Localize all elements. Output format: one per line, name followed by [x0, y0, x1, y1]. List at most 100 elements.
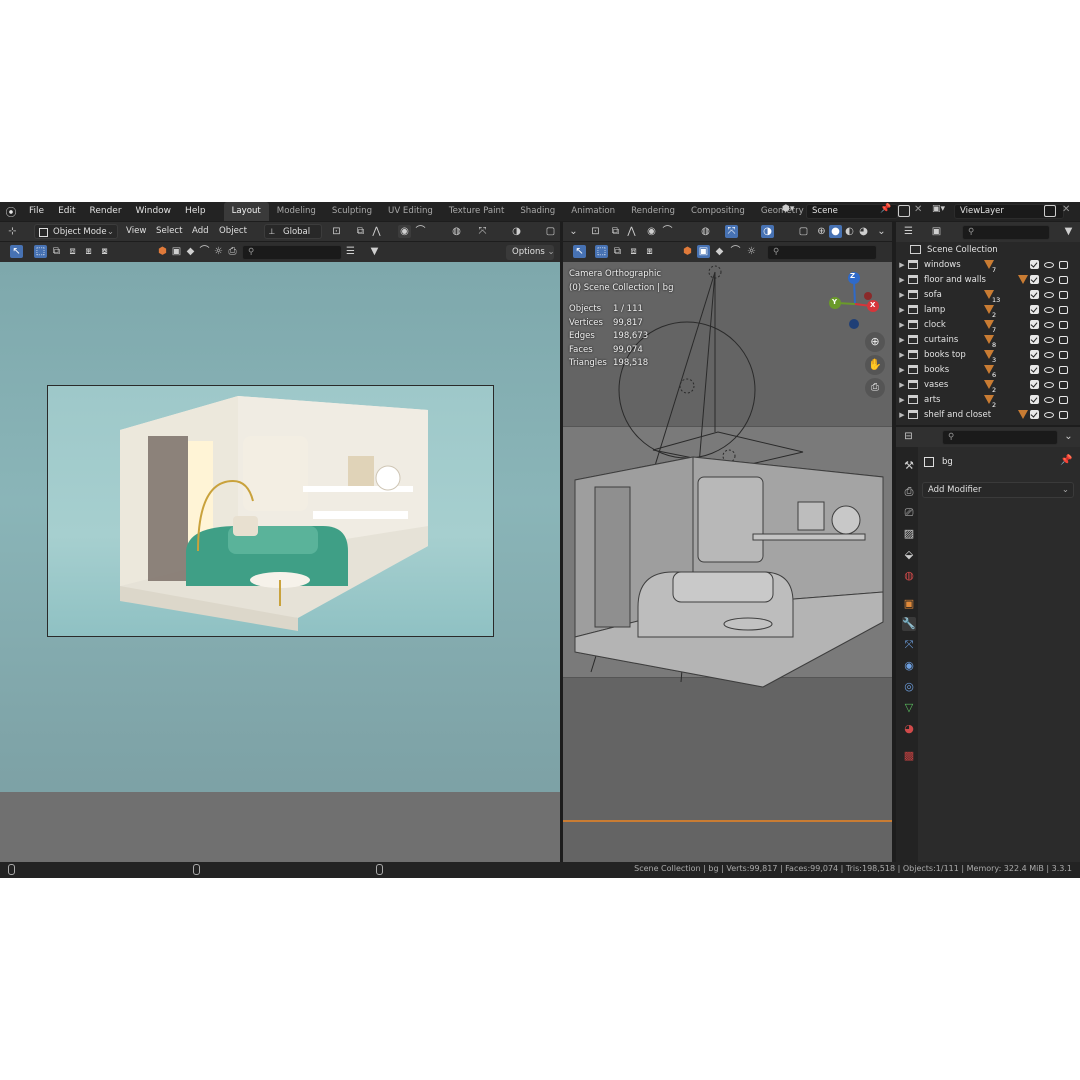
workspace-tab-sculpting[interactable]: Sculpting: [324, 202, 380, 221]
right-select-extend-icon[interactable]: ⧉: [611, 245, 624, 258]
particles-tab-icon[interactable]: ⤧: [902, 638, 916, 652]
render-camera-icon[interactable]: [1059, 320, 1068, 329]
menu-select[interactable]: Select: [156, 222, 183, 241]
include-checkbox[interactable]: [1030, 410, 1039, 419]
properties-editor-icon[interactable]: ⊟: [902, 430, 915, 443]
right-select-box-icon[interactable]: ⬚: [595, 245, 608, 258]
blender-logo-icon[interactable]: ⦿: [0, 204, 22, 220]
select-intersect-icon[interactable]: ⧇: [98, 245, 111, 258]
new-scene-icon[interactable]: [898, 205, 910, 217]
pin-icon[interactable]: 📌: [880, 204, 891, 214]
options-button[interactable]: Options ⌄: [506, 245, 555, 260]
children-badge[interactable]: [1018, 275, 1028, 284]
zoom-icon[interactable]: ⊕: [865, 332, 885, 352]
workspace-tab-uv-editing[interactable]: UV Editing: [380, 202, 441, 221]
transform-orientation-dropdown[interactable]: ⟂ Global: [264, 224, 322, 239]
workspace-tab-rendering[interactable]: Rendering: [623, 202, 683, 221]
eye-icon[interactable]: [1044, 321, 1054, 328]
eye-icon[interactable]: [1044, 276, 1054, 283]
falloff-icon[interactable]: ⌒: [414, 225, 427, 238]
include-checkbox[interactable]: [1030, 275, 1039, 284]
eye-icon[interactable]: [1044, 336, 1054, 343]
right-search-input[interactable]: ⚲: [767, 245, 877, 260]
workspace-tab-modeling[interactable]: Modeling: [269, 202, 324, 221]
select-box-mode-icon[interactable]: ⬚: [34, 245, 47, 258]
menu-view[interactable]: View: [126, 222, 146, 241]
eye-icon[interactable]: [1044, 396, 1054, 403]
outliner-search-input[interactable]: ⚲: [962, 225, 1050, 240]
eye-icon[interactable]: [1044, 366, 1054, 373]
right-mesh-icon[interactable]: ◆: [713, 245, 726, 258]
right-object-icon[interactable]: ▣: [697, 245, 710, 258]
include-checkbox[interactable]: [1030, 290, 1039, 299]
overlay-icon[interactable]: ◑: [510, 225, 523, 238]
curve-icon[interactable]: ⌒: [198, 245, 211, 258]
properties-search-input[interactable]: ⚲: [942, 430, 1058, 445]
include-checkbox[interactable]: [1030, 395, 1039, 404]
right-proportional-icon[interactable]: ◉: [645, 225, 658, 238]
proportional-edit-icon[interactable]: ◉: [398, 225, 411, 238]
menu-window[interactable]: Window: [129, 202, 179, 221]
scene-tab-icon[interactable]: ⬙: [902, 548, 916, 562]
expand-arrow-icon[interactable]: ▶: [896, 366, 908, 374]
wireframe-shading-icon[interactable]: ⊕: [815, 225, 828, 238]
right-xray-icon[interactable]: ▢: [797, 225, 810, 238]
properties-options-icon[interactable]: ⌄: [1062, 430, 1075, 443]
mesh-icon[interactable]: ◆: [184, 245, 197, 258]
add-modifier-dropdown[interactable]: Add Modifier ⌄: [922, 482, 1074, 498]
workspace-tab-layout[interactable]: Layout: [223, 202, 269, 221]
render-camera-icon[interactable]: [1059, 290, 1068, 299]
view-layer-icon[interactable]: ▣▾: [932, 204, 952, 219]
delete-view-layer-icon[interactable]: ✕: [1062, 204, 1070, 215]
select-tool-icon[interactable]: ↖: [10, 245, 23, 258]
render-camera-icon[interactable]: [1059, 395, 1068, 404]
eye-icon[interactable]: [1044, 381, 1054, 388]
left-viewport[interactable]: [0, 262, 560, 862]
light-icon[interactable]: ☼: [212, 245, 225, 258]
material-tab-icon[interactable]: ◕: [902, 722, 916, 736]
tool-tab-icon[interactable]: ⚒: [902, 459, 916, 473]
workspace-tab-texture-paint[interactable]: Texture Paint: [441, 202, 512, 221]
outliner-filter-icon[interactable]: ▼: [1062, 225, 1075, 238]
right-snap-icon[interactable]: ⧉: [609, 225, 622, 238]
children-badge[interactable]: [1018, 410, 1028, 419]
right-editor-type-icon[interactable]: ⌄: [567, 225, 580, 238]
modifier-tab-icon[interactable]: 🔧: [902, 617, 916, 631]
pivot-point-icon[interactable]: ⊡: [330, 225, 343, 238]
expand-arrow-icon[interactable]: ▶: [896, 261, 908, 269]
expand-arrow-icon[interactable]: ▶: [896, 291, 908, 299]
render-camera-icon[interactable]: [1059, 365, 1068, 374]
include-checkbox[interactable]: [1030, 380, 1039, 389]
render-camera-icon[interactable]: [1059, 335, 1068, 344]
right-select-tool-icon[interactable]: ↖: [573, 245, 586, 258]
render-camera-icon[interactable]: [1059, 260, 1068, 269]
right-curve-icon[interactable]: ⌒: [729, 245, 742, 258]
object-mode-dropdown[interactable]: Object Mode ⌄: [34, 224, 118, 239]
xray-icon[interactable]: ▢: [544, 225, 557, 238]
eye-icon[interactable]: [1044, 306, 1054, 313]
navigation-gizmo[interactable]: Z Y X: [825, 268, 885, 333]
new-view-layer-icon[interactable]: [1044, 205, 1056, 217]
physics-tab-icon[interactable]: ◉: [902, 659, 916, 673]
eye-icon[interactable]: [1044, 261, 1054, 268]
workspace-tab-compositing[interactable]: Compositing: [683, 202, 753, 221]
gizmo-icon[interactable]: ⤧: [476, 225, 489, 238]
right-falloff-icon[interactable]: ⌒: [661, 225, 674, 238]
expand-arrow-icon[interactable]: ▶: [896, 396, 908, 404]
solid-shading-icon[interactable]: ●: [829, 225, 842, 238]
material-shading-icon[interactable]: ◐: [843, 225, 856, 238]
render-camera-icon[interactable]: [1059, 350, 1068, 359]
outliner-editor-icon[interactable]: ☰: [902, 225, 915, 238]
render-tab-icon[interactable]: ⎙: [902, 485, 916, 499]
outliner-root[interactable]: Scene Collection: [896, 242, 1068, 257]
visibility-icon[interactable]: ◍: [450, 225, 463, 238]
workspace-tab-shading[interactable]: Shading: [512, 202, 563, 221]
filter-list-icon[interactable]: ☰: [344, 245, 357, 258]
include-checkbox[interactable]: [1030, 320, 1039, 329]
data-tab-icon[interactable]: ▽: [902, 701, 916, 715]
filter-icon[interactable]: ▼: [368, 245, 381, 258]
right-select-subtract-icon[interactable]: ⧈: [627, 245, 640, 258]
right-snap-target-icon[interactable]: ⋀: [625, 225, 638, 238]
menu-file[interactable]: File: [22, 202, 51, 221]
snap-target-icon[interactable]: ⋀: [370, 225, 383, 238]
